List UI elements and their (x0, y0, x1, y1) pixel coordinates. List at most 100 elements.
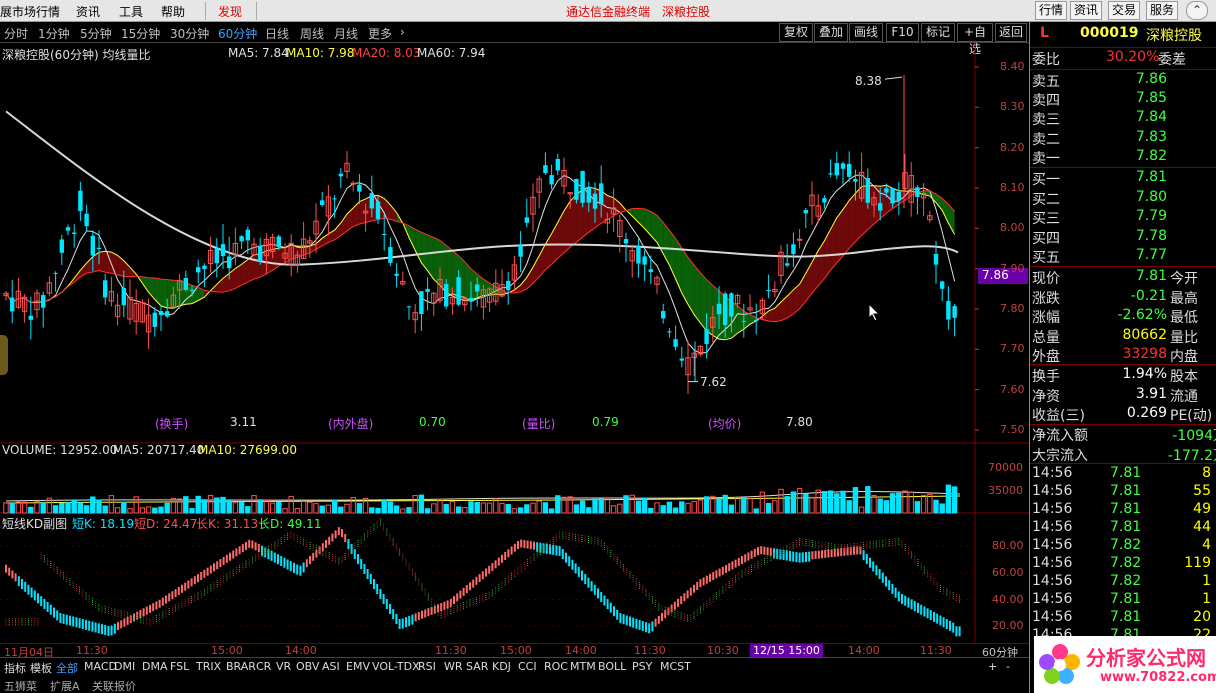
tab-row2[interactable]: 关联报价 (92, 678, 136, 693)
flow-value: -1094万 (1172, 428, 1216, 444)
side-panel-handle[interactable] (0, 335, 8, 375)
candle-body (673, 339, 678, 347)
indicator-tab[interactable]: DMA (142, 660, 168, 673)
stat-label: 收益(三) (1032, 408, 1085, 424)
trading-terminal: 展市场行情 资讯 工具 帮助 发现 通达信金融终端 深粮控股 行情 资讯 交易 … (0, 0, 1216, 693)
ask-row: 卖三 7.84 (1030, 109, 1216, 128)
indicator-tab[interactable]: MTM (570, 660, 596, 673)
volume-bar (548, 508, 555, 514)
indicator-tab[interactable]: MACD (84, 660, 117, 673)
indicator-tab[interactable]: RSI (418, 660, 436, 673)
volume-bar (468, 501, 474, 514)
menu-help[interactable]: 帮助 (161, 3, 185, 20)
tool-add-watch[interactable]: +自选 (957, 23, 993, 56)
indicator-tab[interactable]: SAR (466, 660, 488, 673)
candle-body (574, 178, 579, 200)
candle-body (103, 280, 108, 298)
tool-mark[interactable]: 标记 (921, 23, 955, 42)
period-day[interactable]: 日线 (265, 25, 289, 42)
menu-discover[interactable]: 发现 (218, 3, 242, 20)
indicator-tab[interactable]: VR (276, 660, 291, 673)
indicator-tab[interactable]: CR (256, 660, 271, 673)
period-month[interactable]: 月线 (334, 25, 358, 42)
kline-chart[interactable] (0, 43, 1029, 657)
period-1min[interactable]: 1分钟 (38, 25, 70, 42)
indicator-tab[interactable]: 全部 (56, 660, 78, 676)
main-chart-title: 深粮控股(60分钟) 均线量比 (2, 48, 151, 62)
indicator-inout-value: 0.70 (419, 415, 446, 429)
indicator-tab[interactable]: TRIX (196, 660, 221, 673)
tab-row2[interactable]: 五狮菜 (4, 678, 37, 693)
ma-ribbon (415, 229, 422, 263)
candle-body (599, 183, 604, 205)
indicator-tab[interactable]: EMV (346, 660, 370, 673)
period-15min[interactable]: 15分钟 (121, 25, 160, 42)
menu-news[interactable]: 资讯 (76, 3, 100, 20)
period-30min[interactable]: 30分钟 (170, 25, 209, 42)
quote-panel: L 000019 深粮控股 委比 30.20% 委差 卖五 7.86 卖四 7.85 卖… (1029, 22, 1216, 693)
zoom-out-button[interactable]: - (1006, 660, 1010, 673)
period-5min[interactable]: 5分钟 (80, 25, 112, 42)
button-news[interactable]: 资讯 (1070, 1, 1102, 20)
volume-bar (108, 495, 115, 514)
indicator-tab[interactable]: ROC (544, 660, 568, 673)
indicator-tab[interactable]: ASI (322, 660, 340, 673)
indicator-tab[interactable]: BRAR (226, 660, 256, 673)
indicator-tab[interactable]: DMI (114, 660, 135, 673)
tick-volume: 8 (1202, 465, 1211, 481)
indicator-tab[interactable]: OBV (296, 660, 319, 673)
tick-row: 14:56 7.82 119 (1030, 555, 1216, 574)
indicator-tab[interactable]: MCST (660, 660, 691, 673)
indicator-volratio-value: 0.79 (592, 415, 619, 429)
period-more[interactable]: 更多 (368, 25, 392, 42)
volume-bar (834, 493, 840, 514)
ask-level-label: 卖三 (1032, 112, 1060, 129)
zoom-in-button[interactable]: + (988, 660, 997, 673)
tick-price: 7.81 (1110, 465, 1142, 481)
volume-bar (96, 499, 102, 514)
volume-bar (15, 501, 22, 514)
indicator-tab[interactable]: FSL (170, 660, 189, 673)
volume-bar (294, 508, 301, 514)
stat-label: 换手 (1032, 369, 1060, 385)
button-market[interactable]: 行情 (1035, 1, 1067, 20)
candle-body (890, 188, 895, 204)
indicator-turnover-value: 3.11 (230, 415, 257, 429)
indicator-tab[interactable]: WR (444, 660, 463, 673)
tool-fuquan[interactable]: 复权 (779, 23, 813, 42)
candle-body (580, 171, 585, 203)
indicator-tab[interactable]: CCI (518, 660, 537, 673)
indicator-tab[interactable]: KDJ (492, 660, 511, 673)
period-60min[interactable]: 60分钟 (218, 25, 257, 42)
period-timeshare[interactable]: 分时 (4, 25, 28, 42)
indicator-tab[interactable]: VOL-TDX (372, 660, 420, 673)
chevron-right-icon[interactable]: › (400, 25, 405, 39)
period-week[interactable]: 周线 (300, 25, 324, 42)
stat-label: 涨跌 (1032, 290, 1060, 307)
candle-body (202, 265, 207, 270)
stat-row: 涨幅 -2.62% 最低 (1030, 307, 1216, 326)
collapse-icon[interactable]: ⌃ (1186, 1, 1208, 20)
tick-row: 14:56 7.81 1 (1030, 591, 1216, 610)
volume-bar (902, 490, 908, 514)
button-trade[interactable]: 交易 (1108, 1, 1140, 20)
tool-back[interactable]: 返回 (995, 23, 1027, 42)
volume-bar (951, 486, 958, 514)
tool-overlay[interactable]: 叠加 (814, 23, 848, 42)
volume-bar (598, 498, 604, 514)
tool-f10[interactable]: F10 (886, 23, 919, 42)
indicator-tab[interactable]: 模板 (30, 660, 52, 676)
tick-row: 14:56 7.81 44 (1030, 519, 1216, 538)
indicator-tab[interactable]: PSY (632, 660, 652, 673)
menu-market[interactable]: 展市场行情 (0, 3, 60, 20)
button-service[interactable]: 服务 (1146, 1, 1178, 20)
candle-body (667, 331, 672, 333)
volume-bar (759, 491, 766, 514)
indicator-tab[interactable]: BOLL (598, 660, 626, 673)
tool-drawline[interactable]: 画线 (849, 23, 883, 42)
menu-tools[interactable]: 工具 (119, 3, 143, 20)
indicator-tab[interactable]: 指标 (4, 660, 26, 676)
kd-tick-label: 80.00 (992, 539, 1024, 552)
tab-row2[interactable]: 扩展A (50, 678, 80, 693)
candle-body (338, 173, 343, 177)
